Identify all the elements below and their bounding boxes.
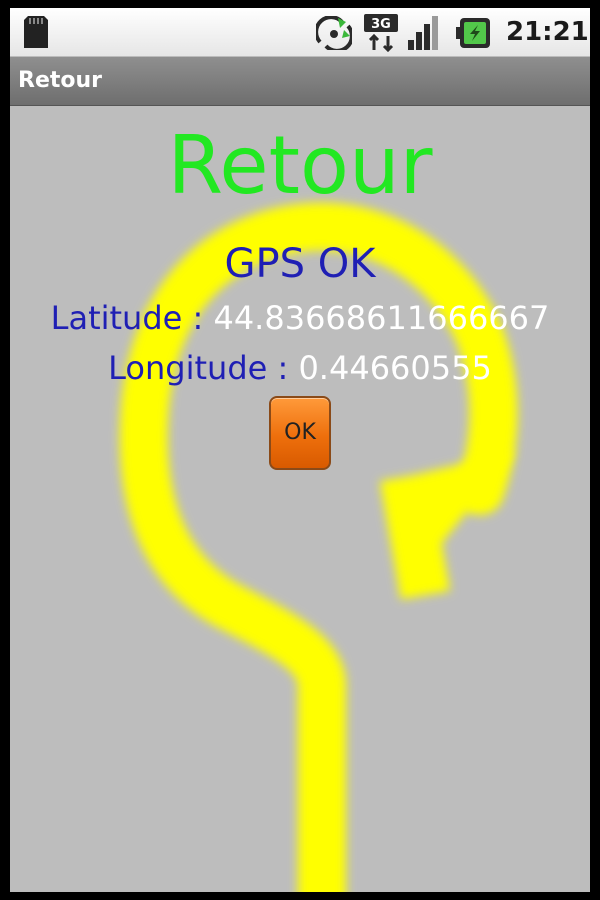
battery-charging-icon [456,18,490,48]
return-arrow-icon [119,202,518,892]
3g-network-icon: 3G [364,14,398,52]
title-bar: Retour [10,57,590,106]
gps-status-text: GPS OK [224,241,376,287]
latitude-row: Latitude : 44.83668611666667 [10,298,590,338]
sd-card-icon [24,16,48,48]
status-bar: 3G 21:21 [10,8,590,57]
longitude-value: 0.44660555 [298,349,492,387]
phone-screen: 3G 21:21 Retour Retour GPS OK Latitude:… [10,8,590,892]
longitude-row: Longitude : 0.44660555 [10,348,590,388]
ok-button[interactable]: OK [269,396,331,470]
window-title: Retour [18,68,103,93]
latitude-label: Latitude : [50,299,214,337]
status-clock: 21:21 [506,17,589,47]
signal-strength-icon [408,16,438,50]
page-heading: Retour [167,119,433,212]
network-type-label: 3G [371,17,391,32]
longitude-label: Longitude : [108,349,299,387]
latitude-value: 44.83668611666667 [213,299,550,337]
sync-icon [316,16,352,50]
main-content: Retour GPS OK Latitude : 44.836686116666… [10,106,590,892]
